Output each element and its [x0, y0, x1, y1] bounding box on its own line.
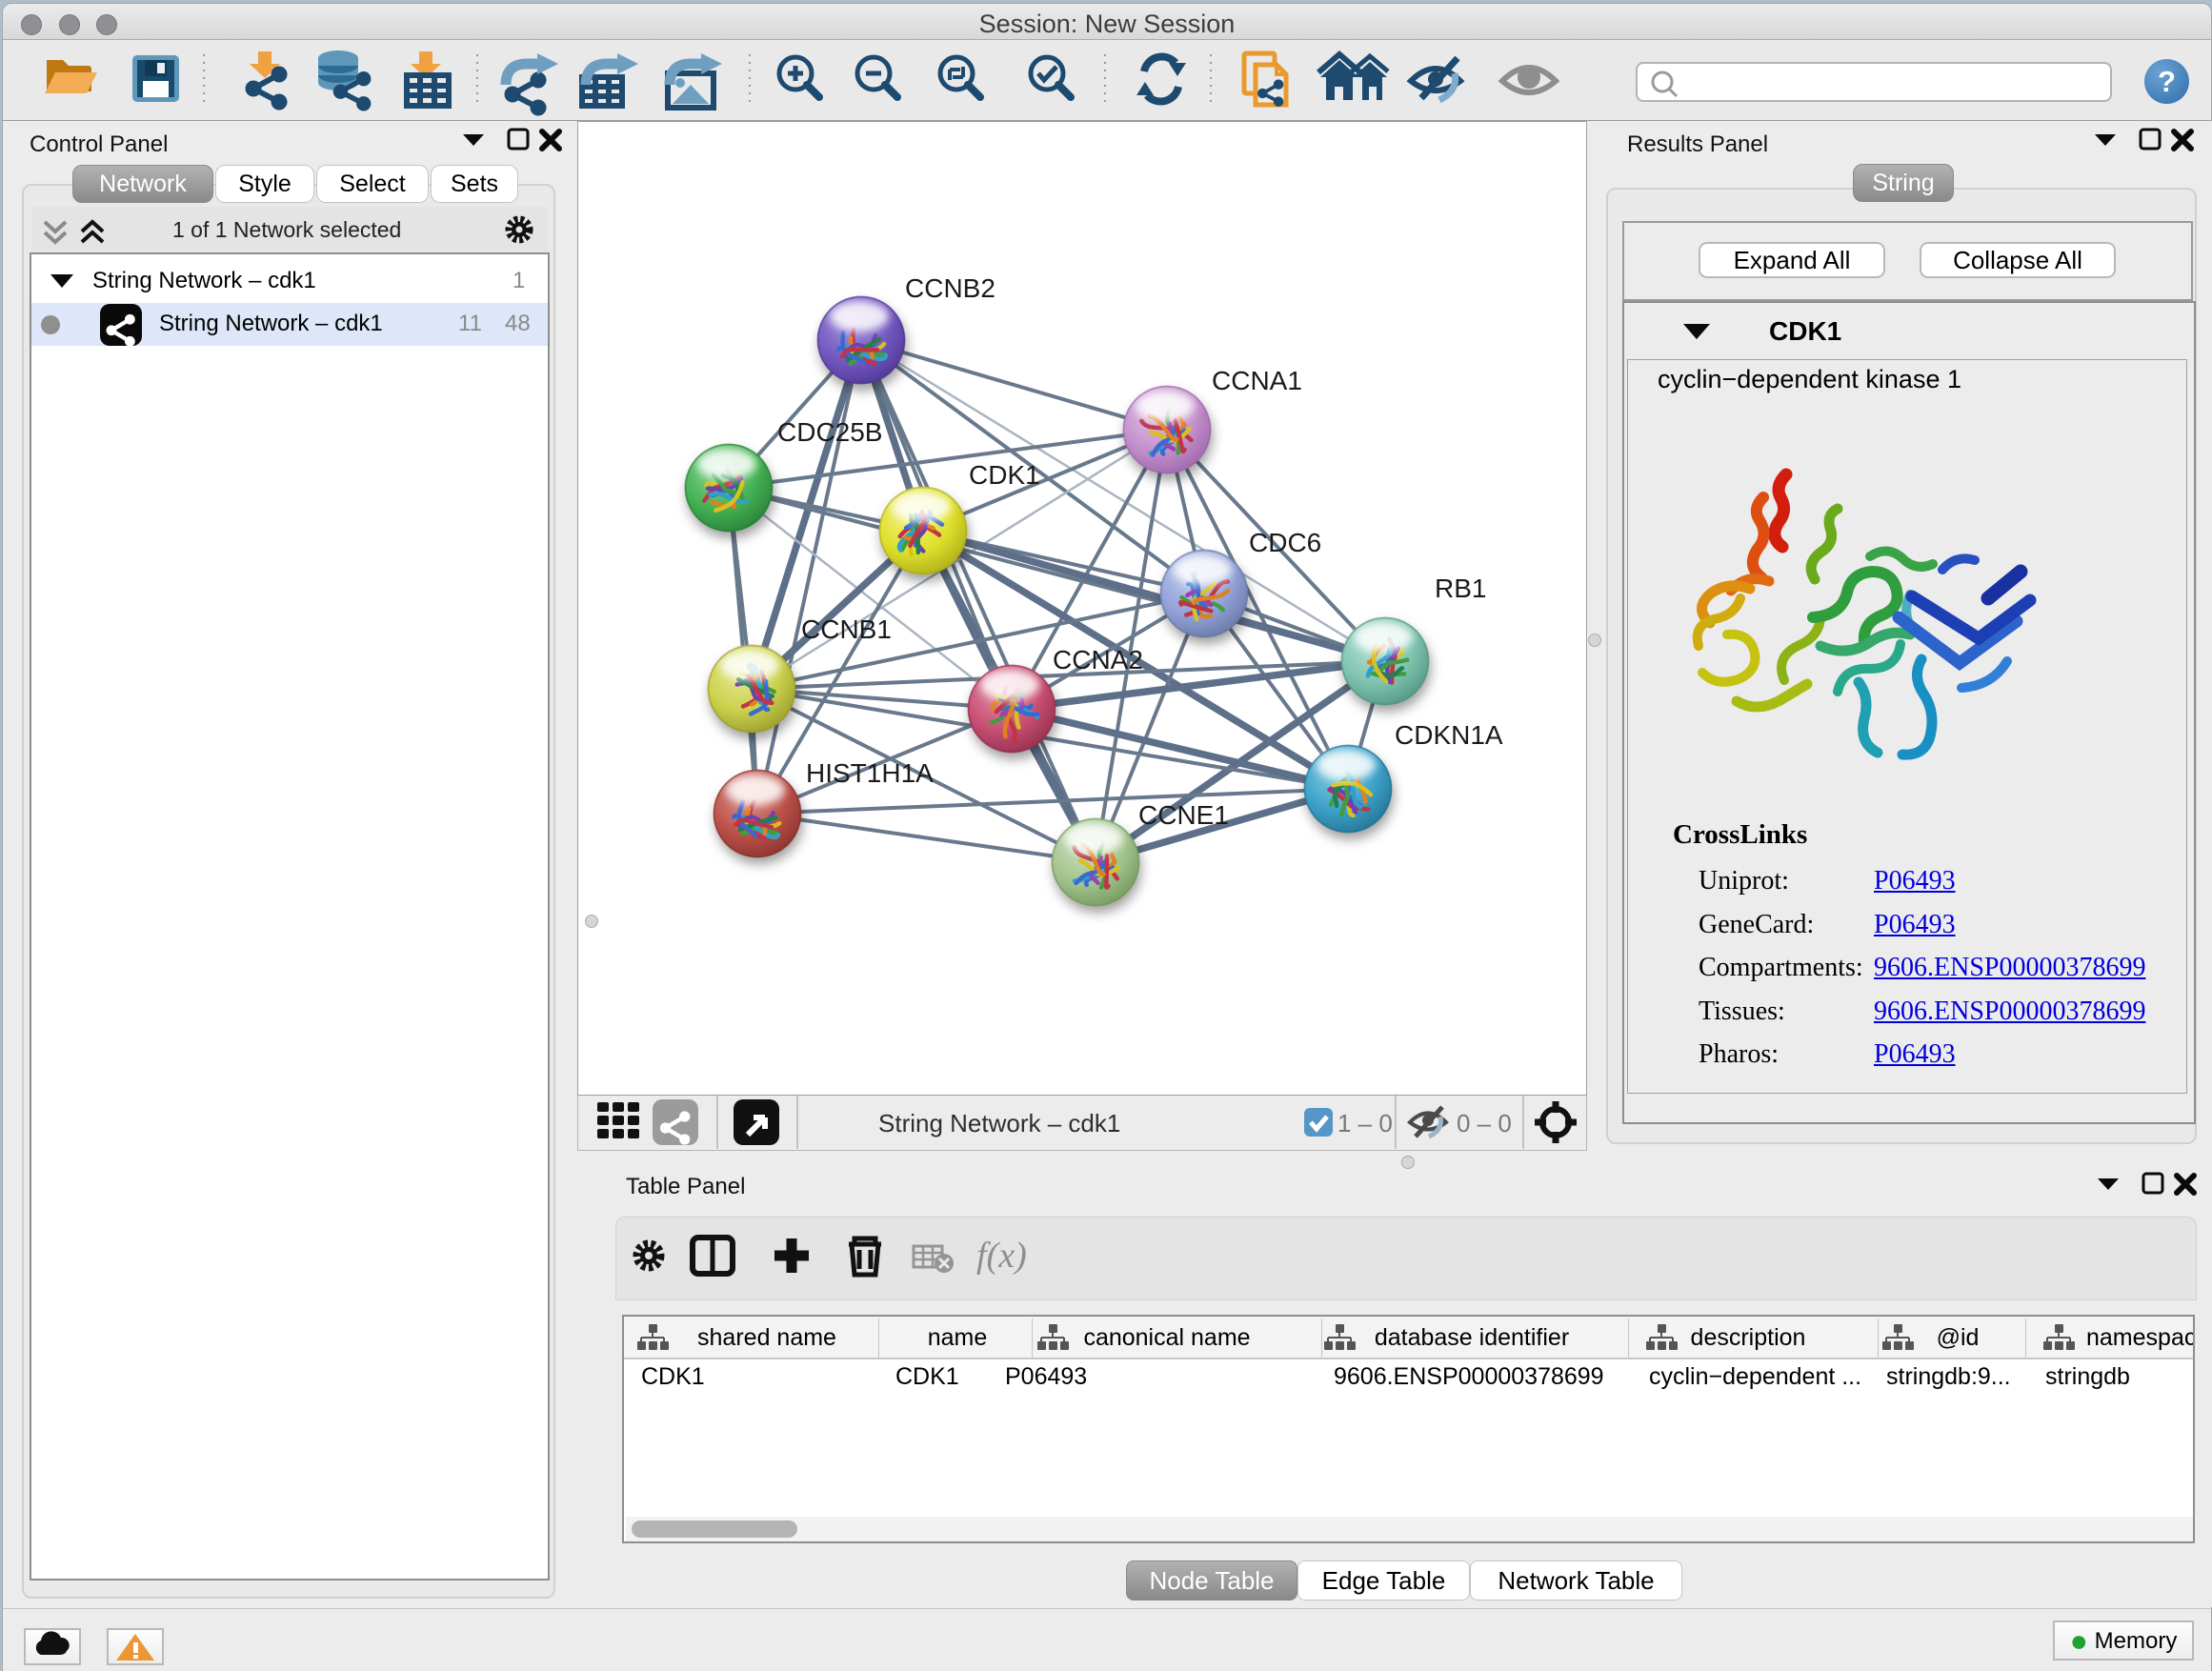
- svg-text:HIST1H1A: HIST1H1A: [806, 758, 934, 788]
- svg-text:CDC25B: CDC25B: [777, 417, 882, 447]
- svg-text:CDK1: CDK1: [969, 460, 1040, 490]
- svg-text:RB1: RB1: [1435, 574, 1486, 603]
- svg-text:CCNB1: CCNB1: [801, 614, 892, 644]
- svg-text:f(x): f(x): [976, 1236, 1027, 1276]
- svg-text:CCNE1: CCNE1: [1138, 800, 1229, 830]
- svg-text:CCNA2: CCNA2: [1053, 645, 1143, 674]
- svg-text:CCNB2: CCNB2: [905, 273, 995, 303]
- svg-text:CDC6: CDC6: [1249, 528, 1321, 557]
- svg-text:CCNA1: CCNA1: [1212, 366, 1302, 395]
- svg-text:CDKN1A: CDKN1A: [1395, 720, 1503, 750]
